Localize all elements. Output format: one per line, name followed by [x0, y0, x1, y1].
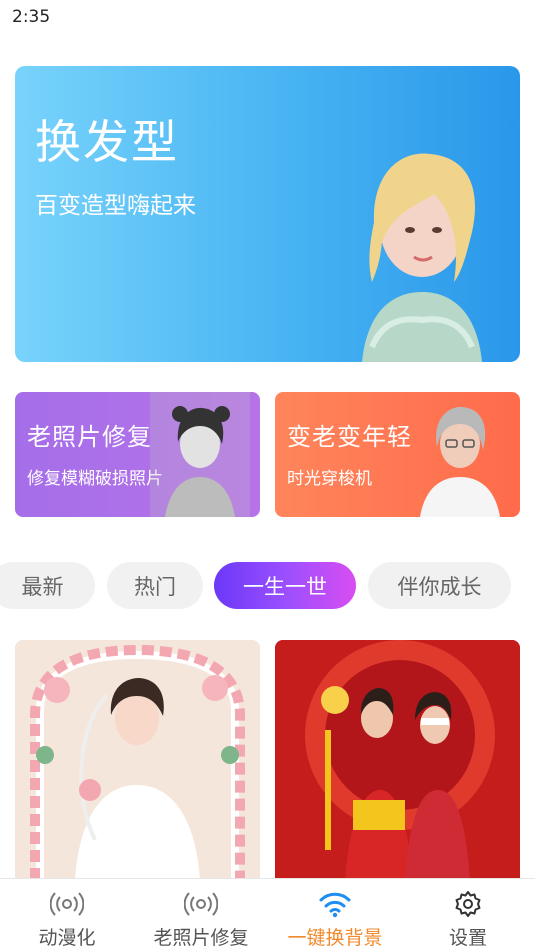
status-bar: 2:35	[0, 0, 535, 40]
card-subtitle: 修复模糊破损照片	[27, 469, 163, 489]
card-age-transform[interactable]: 变老变年轻 时光穿梭机	[275, 392, 520, 517]
card-title: 变老变年轻	[287, 423, 412, 451]
hero-subtitle: 百变造型嗨起来	[35, 193, 196, 219]
broadcast-icon	[50, 892, 84, 916]
bottom-nav: 动漫化 老照片修复 一键换背景 设置	[0, 878, 535, 952]
wifi-icon	[319, 892, 351, 918]
nav-label: 设置	[448, 927, 487, 949]
tab-hot[interactable]: 热门	[107, 562, 203, 609]
template-festive-couple-photo[interactable]	[275, 640, 520, 880]
hero-woman-illustration	[362, 153, 482, 362]
tab-grow-with-you[interactable]: 伴你成长	[368, 562, 511, 609]
card-title: 老照片修复	[27, 423, 152, 451]
tab-lifetime[interactable]: 一生一世	[214, 562, 356, 609]
broadcast-icon	[184, 892, 218, 916]
nav-settings[interactable]: 设置	[401, 889, 535, 951]
template-wedding-photo[interactable]	[15, 640, 260, 880]
nav-change-background[interactable]: 一键换背景	[268, 889, 402, 951]
card-old-photo-restore[interactable]: 老照片修复 修复模糊破损照片	[15, 392, 260, 517]
nav-old-photo[interactable]: 老照片修复	[134, 889, 268, 951]
nav-label: 老照片修复	[153, 927, 249, 949]
hero-title: 换发型	[35, 115, 179, 169]
gear-icon	[455, 891, 481, 917]
status-time: 2:35	[12, 7, 51, 27]
festive-couple-illustration	[275, 640, 520, 880]
category-tabs: 最新 热门 一生一世 伴你成长	[0, 560, 535, 612]
hero-banner-hairstyle[interactable]: 换发型 百变造型嗨起来	[15, 66, 520, 362]
nav-label: 动漫化	[38, 927, 96, 949]
elderly-woman-illustration	[420, 406, 500, 517]
card-subtitle: 时光穿梭机	[287, 469, 372, 489]
nav-label: 一键换背景	[287, 927, 383, 949]
tab-latest[interactable]: 最新	[0, 562, 95, 609]
wedding-bride-illustration	[15, 640, 260, 880]
old-photo-woman-illustration	[150, 392, 250, 517]
nav-anime[interactable]: 动漫化	[0, 889, 134, 951]
